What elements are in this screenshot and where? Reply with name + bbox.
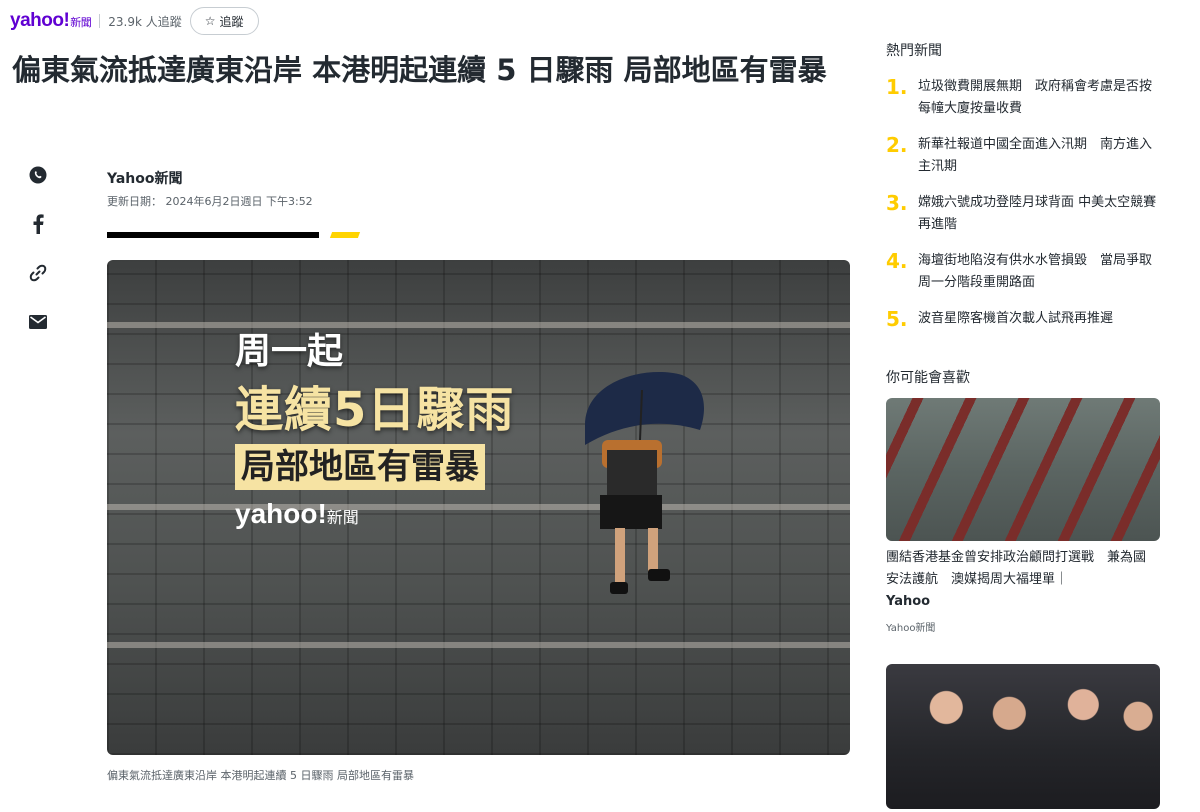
trending-item[interactable]: 3. 嫦娥六號成功登陸月球背面 中美太空競賽再進階 bbox=[886, 192, 1166, 236]
image-caption: 偏東氣流抵達廣東沿岸 本港明起連續 5 日驟雨 局部地區有雷暴 bbox=[107, 769, 414, 782]
link-icon[interactable] bbox=[26, 261, 50, 285]
byline-accent bbox=[329, 232, 361, 238]
hero-line-3: 局部地區有雷暴 bbox=[235, 444, 485, 490]
yahoo-news-logo[interactable]: yahoo!新聞 bbox=[10, 10, 92, 32]
author-name[interactable]: Yahoo新聞 bbox=[107, 168, 183, 188]
trending-item[interactable]: 1. 垃圾徵費開展無期 政府稱會考慮是否按每幢大廈按量收費 bbox=[886, 76, 1166, 120]
follow-button-label: 追蹤 bbox=[219, 14, 244, 29]
recommend-heading: 你可能會喜歡 bbox=[886, 370, 970, 386]
hero-image[interactable]: 周一起 連續5日驟雨 局部地區有雷暴 yahoo!新聞 bbox=[107, 260, 850, 755]
recommended-article-source: Yahoo新聞 bbox=[886, 623, 936, 634]
whatsapp-icon[interactable] bbox=[26, 163, 50, 187]
email-icon[interactable] bbox=[26, 310, 50, 334]
article-headline: 偏東氣流抵達廣東沿岸 本港明起連續 5 日驟雨 局部地區有雷暴 bbox=[12, 53, 827, 87]
recommended-article-image[interactable] bbox=[886, 664, 1160, 809]
trending-item[interactable]: 4. 海壇街地陷沒有供水水管損毀 當局爭取周一分階段重開路面 bbox=[886, 250, 1166, 294]
publisher-bar: yahoo!新聞 23.9k 人追蹤 ☆ 追蹤 bbox=[10, 6, 259, 36]
hero-line-2: 連續5日驟雨 bbox=[235, 382, 515, 438]
byline-rule bbox=[107, 232, 319, 238]
trending-item[interactable]: 2. 新華社報道中國全面進入汛期 南方進入主汛期 bbox=[886, 134, 1166, 178]
recommended-article-image[interactable] bbox=[886, 398, 1160, 541]
star-icon: ☆ bbox=[204, 14, 216, 28]
trending-item[interactable]: 5. 波音星際客機首次載人試飛再推遲 bbox=[886, 308, 1166, 330]
follower-count: 23.9k 人追蹤 bbox=[108, 14, 182, 29]
updated-date: 更新日期： 2024年6月2日週日 下午3:52 bbox=[107, 195, 313, 208]
divider bbox=[99, 14, 101, 28]
hero-overlay-text: 周一起 連續5日驟雨 局部地區有雷暴 yahoo!新聞 bbox=[235, 322, 514, 530]
hero-line-1: 周一起 bbox=[235, 331, 344, 372]
hero-yahoo-logo: yahoo!新聞 bbox=[235, 498, 359, 529]
follow-button[interactable]: ☆ 追蹤 bbox=[189, 7, 259, 35]
facebook-icon[interactable] bbox=[26, 212, 50, 236]
recommended-article-title[interactable]: 團結香港基金曾安排政治顧問打選戰 兼為國安法護航 澳媒揭周大福埋單｜ Yahoo bbox=[886, 547, 1156, 613]
trending-heading: 熱門新聞 bbox=[886, 43, 942, 59]
